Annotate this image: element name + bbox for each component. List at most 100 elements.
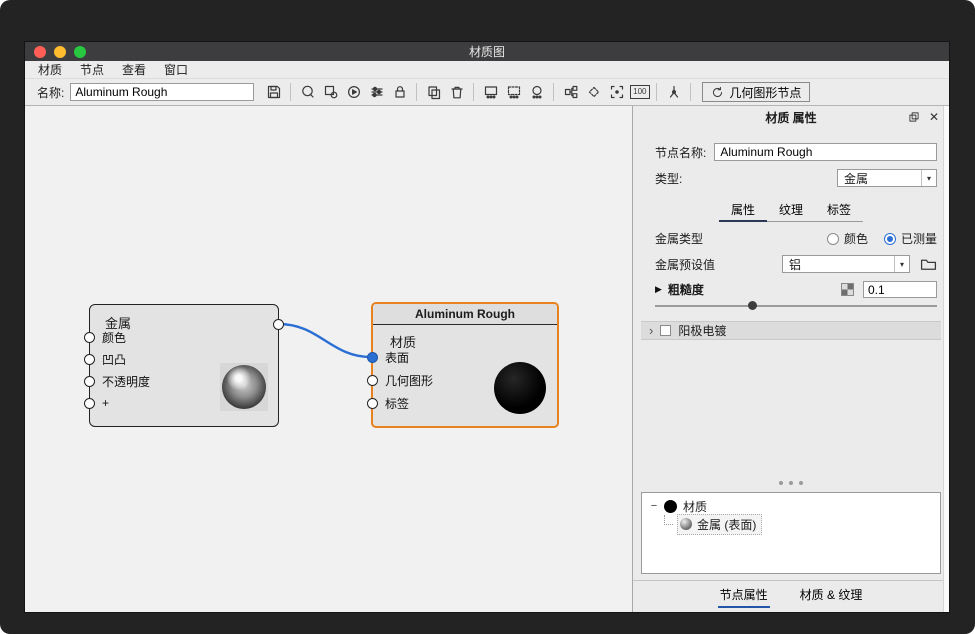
roughness-input[interactable] xyxy=(863,281,937,298)
tab-node-properties[interactable]: 节点属性 xyxy=(718,586,770,608)
toolbar: 名称: xyxy=(25,79,949,106)
port-surface[interactable]: 表面 xyxy=(367,351,409,363)
panel-bottom-tabs: 节点属性 材质 & 纹理 xyxy=(633,580,949,612)
material-name-input[interactable] xyxy=(70,83,254,101)
port-dot[interactable] xyxy=(367,375,378,386)
handle-dot xyxy=(799,481,803,485)
titlebar[interactable]: 材质图 xyxy=(25,42,949,61)
tab-material-textures[interactable]: 材质 & 纹理 xyxy=(798,586,865,608)
material-ball-icon xyxy=(664,500,677,513)
menu-view[interactable]: 查看 xyxy=(113,61,155,78)
port-add[interactable]: + xyxy=(84,397,109,409)
tree-selected-item[interactable]: 金属 (表面) xyxy=(677,514,762,535)
port-bump[interactable]: 凹凸 xyxy=(84,353,126,365)
port-dot[interactable] xyxy=(367,398,378,409)
menu-material[interactable]: 材质 xyxy=(29,61,71,78)
add-material-node-button[interactable] xyxy=(296,82,319,103)
port-label: 不透明度 xyxy=(102,373,150,390)
metal-type-row: 金属类型 颜色 已测量 xyxy=(633,230,949,247)
node-metal[interactable]: 金属 颜色 凹凸 不透明度 + xyxy=(89,304,279,427)
tree-row-material[interactable]: − 材质 xyxy=(642,497,940,515)
connector-icon xyxy=(666,84,682,100)
geometry-node-toggle-button[interactable]: 几何图形节点 xyxy=(702,82,810,102)
port-dot[interactable] xyxy=(84,332,95,343)
minimize-window-button[interactable] xyxy=(54,46,66,58)
tab-labels[interactable]: 标签 xyxy=(815,199,863,222)
show-node-previews-button[interactable] xyxy=(479,82,502,103)
duplicate-button[interactable] xyxy=(422,82,445,103)
radio-selected-icon[interactable] xyxy=(884,233,896,245)
graph-canvas[interactable]: 金属 颜色 凹凸 不透明度 + xyxy=(25,106,632,612)
fit-view-icon xyxy=(609,84,625,100)
tab-properties[interactable]: 属性 xyxy=(719,199,767,222)
show-connections-button[interactable] xyxy=(525,82,548,103)
menu-window[interactable]: 窗口 xyxy=(155,61,197,78)
snap-button[interactable] xyxy=(582,82,605,103)
radio-option-color[interactable]: 颜色 xyxy=(827,230,868,247)
tree-child-label: 金属 (表面) xyxy=(697,516,756,533)
port-dot[interactable] xyxy=(84,398,95,409)
zoom-100-button[interactable]: 100 xyxy=(628,82,651,103)
port-dot-connected[interactable] xyxy=(367,352,378,363)
port-label: 标签 xyxy=(385,395,409,412)
disclosure-triangle-icon[interactable]: ▶ xyxy=(655,284,662,295)
material-node-header[interactable]: Aluminum Rough xyxy=(373,304,557,325)
chevron-down-icon: ▾ xyxy=(921,170,936,186)
output-port-dot[interactable] xyxy=(273,319,284,330)
port-geometry[interactable]: 几何图形 xyxy=(367,374,433,386)
delete-button[interactable] xyxy=(445,82,468,103)
toolbar-separator xyxy=(416,83,417,101)
fit-view-button[interactable] xyxy=(605,82,628,103)
port-dot[interactable] xyxy=(84,376,95,387)
anodized-checkbox[interactable] xyxy=(660,325,671,336)
connection-wire[interactable] xyxy=(279,324,371,357)
add-texture-node-button[interactable] xyxy=(319,82,342,103)
add-utility-node-button[interactable] xyxy=(365,82,388,103)
zoom-100-icon: 100 xyxy=(630,85,649,99)
close-window-button[interactable] xyxy=(34,46,46,58)
chevron-right-icon: › xyxy=(649,324,653,337)
show-node-names-button[interactable] xyxy=(502,82,525,103)
radio-icon[interactable] xyxy=(827,233,839,245)
tree-row-metal-surface[interactable]: 金属 (表面) xyxy=(642,515,940,533)
toolbar-separator xyxy=(290,83,291,101)
add-animation-node-button[interactable] xyxy=(342,82,365,103)
panel-scrollbar[interactable] xyxy=(943,106,949,612)
window-title: 材质图 xyxy=(25,43,949,60)
snap-diamond-icon xyxy=(586,84,602,100)
node-material-aluminum-rough[interactable]: Aluminum Rough 材质 表面 几何图形 标签 xyxy=(371,302,559,428)
preset-select[interactable]: 铝 ▾ xyxy=(782,255,910,273)
port-opacity[interactable]: 不透明度 xyxy=(84,375,150,387)
port-dot[interactable] xyxy=(84,354,95,365)
panel-title: 材质 属性 xyxy=(633,109,949,126)
port-label: + xyxy=(102,396,109,410)
anodized-section-header[interactable]: › 阳极电镀 xyxy=(641,321,941,340)
toolbar-separator xyxy=(473,83,474,101)
collapse-icon[interactable]: − xyxy=(650,500,658,512)
node-preview-icon xyxy=(483,84,499,100)
port-color[interactable]: 颜色 xyxy=(84,331,126,343)
node-name-input[interactable] xyxy=(714,143,937,161)
animation-node-icon xyxy=(346,84,362,100)
tab-textures[interactable]: 纹理 xyxy=(767,199,815,222)
slider-thumb[interactable] xyxy=(748,301,757,310)
trash-icon xyxy=(449,84,465,100)
connector-tool-button[interactable] xyxy=(662,82,685,103)
splitter-handle[interactable] xyxy=(633,481,949,485)
roughness-label: 粗糙度 xyxy=(668,281,704,298)
type-select[interactable]: 金属 ▾ xyxy=(837,169,937,187)
slider-track[interactable] xyxy=(655,305,937,307)
lock-node-button[interactable] xyxy=(388,82,411,103)
port-labels[interactable]: 标签 xyxy=(367,397,409,409)
undock-panel-button[interactable] xyxy=(908,111,920,123)
save-button[interactable] xyxy=(262,82,285,103)
folder-icon[interactable] xyxy=(920,257,937,272)
roughness-slider[interactable] xyxy=(655,301,937,311)
zoom-window-button[interactable] xyxy=(74,46,86,58)
metal-preview-thumbnail xyxy=(220,363,268,411)
radio-option-measured[interactable]: 已测量 xyxy=(884,230,937,247)
texture-map-icon[interactable] xyxy=(841,283,854,296)
menu-node[interactable]: 节点 xyxy=(71,61,113,78)
auto-layout-button[interactable] xyxy=(559,82,582,103)
close-panel-button[interactable]: ✕ xyxy=(929,110,939,124)
